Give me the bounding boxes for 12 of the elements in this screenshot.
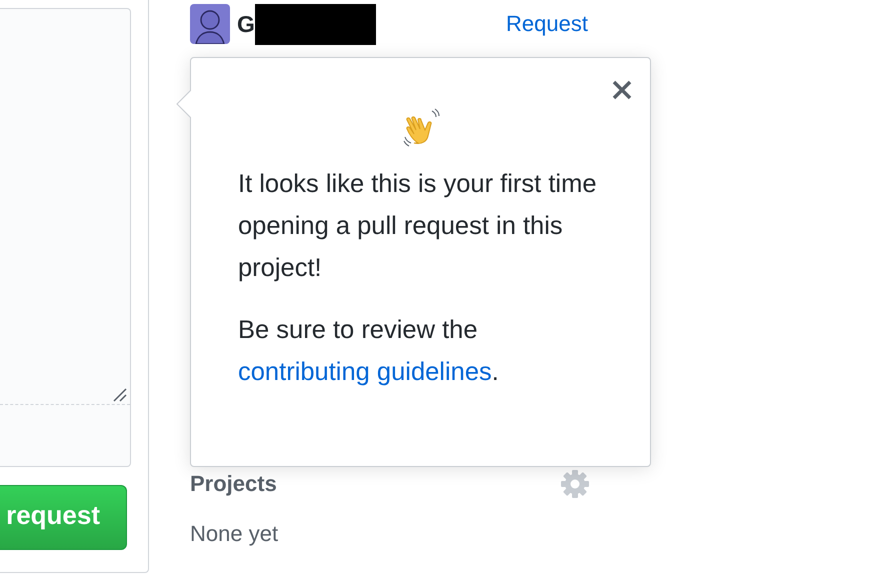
- reviewer-name: G: [237, 10, 255, 38]
- request-review-link[interactable]: Request: [506, 11, 588, 37]
- comment-field[interactable]: [0, 8, 131, 467]
- popover-pointer: [176, 90, 191, 118]
- resize-grip-icon[interactable]: [113, 388, 127, 402]
- contributing-guidelines-link[interactable]: contributing guidelines: [238, 358, 492, 386]
- close-icon[interactable]: [611, 79, 633, 101]
- projects-value: None yet: [190, 521, 278, 547]
- projects-heading: Projects: [190, 471, 277, 497]
- onboarding-message: It looks like this is your first time opening a pull request in this project!: [238, 169, 598, 284]
- review-message: Be sure to review the contributing guidelines.: [238, 315, 500, 388]
- avatar-icon[interactable]: [190, 4, 230, 44]
